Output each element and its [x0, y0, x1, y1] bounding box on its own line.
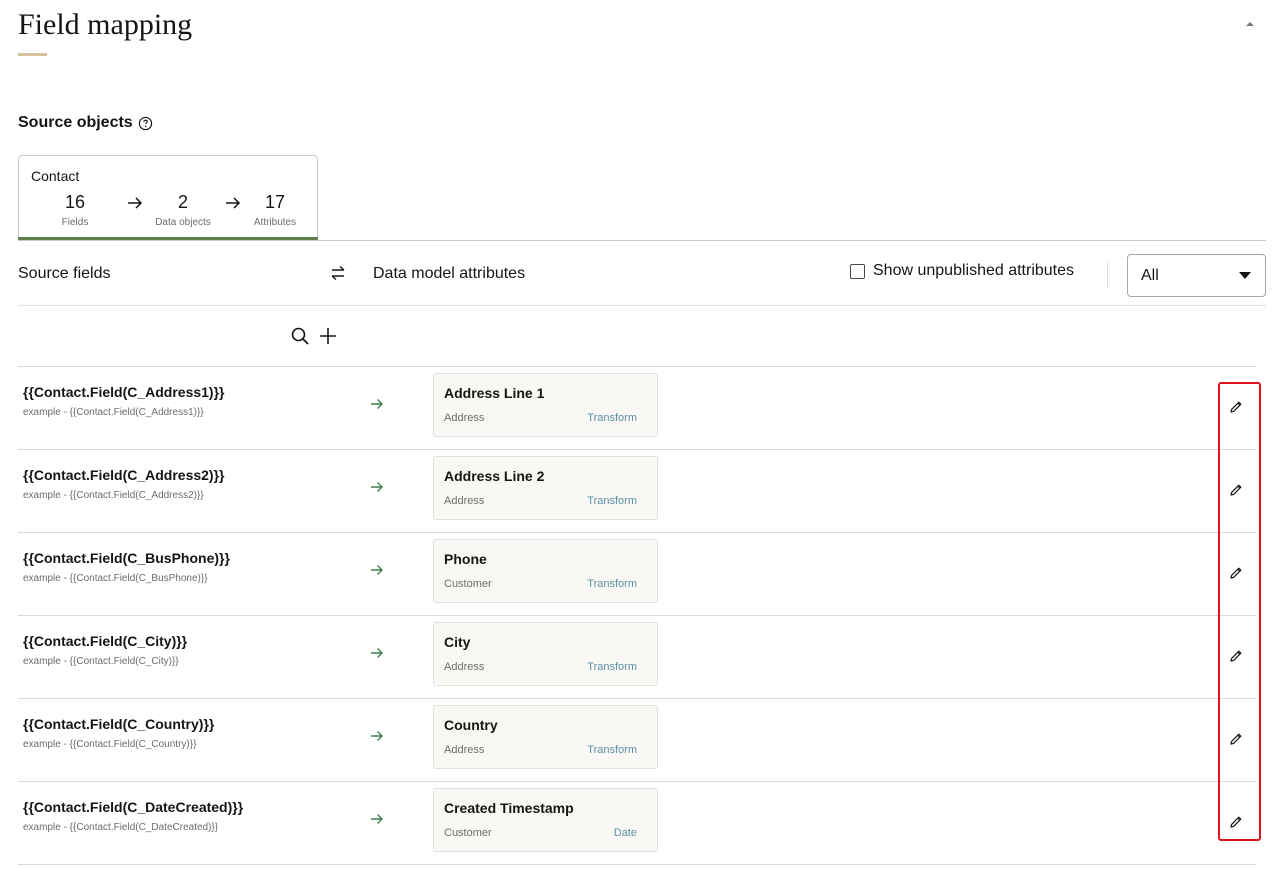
caret-up-icon[interactable] [1244, 19, 1256, 29]
pencil-edit-icon[interactable] [1229, 732, 1243, 746]
pencil-edit-icon[interactable] [1229, 483, 1243, 497]
attribute-card[interactable]: Address Line 1 Address Transform [433, 373, 658, 437]
attributes-count: 17 [264, 192, 286, 212]
divider [1107, 261, 1108, 287]
source-field-name: {{Contact.Field(C_BusPhone)}} [23, 550, 230, 566]
data-model-attributes-header: Data model attributes [373, 265, 526, 282]
source-field-example: example - {{Contact.Field(C_City)}} [23, 656, 179, 667]
plus-icon[interactable] [318, 326, 338, 346]
divider [18, 305, 1266, 306]
search-icon[interactable] [290, 326, 310, 346]
mapping-arrow-icon [371, 648, 383, 658]
attribute-object: Address [444, 412, 485, 424]
source-field-example: example - {{Contact.Field(C_BusPhone)}} [23, 573, 208, 584]
source-objects-heading: Source objects [18, 114, 153, 132]
source-field-name: {{Contact.Field(C_Address1)}} [23, 384, 225, 400]
mapping-row: {{Contact.Field(C_DateCreated)}}example … [18, 782, 1256, 865]
attribute-action-link[interactable]: Transform [587, 578, 637, 590]
attribute-object: Address [444, 495, 485, 507]
source-field-name: {{Contact.Field(C_DateCreated)}} [23, 799, 244, 815]
attribute-card[interactable]: Country Address Transform [433, 705, 658, 769]
attribute-action-link[interactable]: Transform [587, 412, 637, 424]
source-objects-label: Source objects [18, 114, 133, 131]
pencil-edit-icon[interactable] [1229, 566, 1243, 580]
page-title: Field mapping [18, 8, 193, 41]
attribute-name: City [444, 634, 471, 650]
show-unpublished-toggle[interactable]: Show unpublished attributes [850, 262, 1074, 280]
show-unpublished-checkbox[interactable] [850, 263, 865, 279]
attribute-object: Address [444, 661, 485, 673]
swap-arrows-icon[interactable] [330, 264, 346, 282]
attribute-object: Address [444, 744, 485, 756]
attribute-name: Address Line 2 [444, 468, 545, 484]
attribute-card[interactable]: Address Line 2 Address Transform [433, 456, 658, 520]
mapping-arrow-icon [371, 482, 383, 492]
data-objects-label: Data objects [155, 217, 211, 228]
divider [18, 240, 1266, 241]
attribute-card[interactable]: City Address Transform [433, 622, 658, 686]
arrow-right-icon [128, 197, 143, 209]
attribute-action-link[interactable]: Date [614, 827, 637, 839]
source-object-title: Contact [31, 168, 80, 184]
attribute-action-link[interactable]: Transform [587, 661, 637, 673]
title-underline [18, 53, 47, 56]
mapping-row: {{Contact.Field(C_BusPhone)}}example - {… [18, 533, 1256, 616]
pencil-edit-icon[interactable] [1229, 649, 1243, 663]
mapping-row: {{Contact.Field(C_City)}}example - {{Con… [18, 616, 1256, 699]
source-field-example: example - {{Contact.Field(C_Country)}} [23, 739, 197, 750]
mapping-row: {{Contact.Field(C_Address2)}}example - {… [18, 450, 1256, 533]
help-circle-icon[interactable] [138, 116, 153, 131]
mapping-arrow-icon [371, 731, 383, 741]
mapping-arrow-icon [371, 399, 383, 409]
data-objects-count: 2 [177, 192, 188, 212]
source-field-example: example - {{Contact.Field(C_Address2)}} [23, 490, 204, 501]
mapping-arrow-icon [371, 565, 383, 575]
attribute-name: Phone [444, 551, 487, 567]
attributes-stat: 17 Attributes [235, 192, 315, 228]
attribute-name: Address Line 1 [444, 385, 545, 401]
source-field-name: {{Contact.Field(C_Country)}} [23, 716, 215, 732]
source-field-example: example - {{Contact.Field(C_Address1)}} [23, 407, 204, 418]
attribute-card[interactable]: Phone Customer Transform [433, 539, 658, 603]
attribute-filter-select[interactable]: All [1127, 254, 1266, 297]
fields-count: 16 [64, 192, 86, 212]
attribute-object: Customer [444, 827, 492, 839]
show-unpublished-label: Show unpublished attributes [873, 262, 1075, 279]
attribute-name: Created Timestamp [444, 800, 574, 816]
source-field-name: {{Contact.Field(C_City)}} [23, 633, 188, 649]
data-objects-stat: 2 Data objects [143, 192, 223, 228]
mapping-arrow-icon [371, 814, 383, 824]
attribute-action-link[interactable]: Transform [587, 744, 637, 756]
attribute-action-link[interactable]: Transform [587, 495, 637, 507]
pencil-edit-icon[interactable] [1229, 815, 1243, 829]
source-fields-header: Source fields [18, 265, 111, 282]
mapping-row: {{Contact.Field(C_Country)}}example - {{… [18, 699, 1256, 782]
fields-label: Fields [61, 217, 89, 228]
source-field-example: example - {{Contact.Field(C_DateCreated)… [23, 822, 219, 833]
chevron-down-icon [1239, 272, 1251, 279]
attribute-filter-value: All [1141, 266, 1159, 284]
attribute-card[interactable]: Created Timestamp Customer Date [433, 788, 658, 852]
source-field-name: {{Contact.Field(C_Address2)}} [23, 467, 225, 483]
attribute-object: Customer [444, 578, 492, 590]
fields-stat: 16 Fields [35, 192, 115, 228]
pencil-edit-icon[interactable] [1229, 400, 1243, 414]
attribute-name: Country [444, 717, 498, 733]
source-object-card-contact[interactable]: Contact 16 Fields 2 Data objects 17 Attr… [18, 155, 318, 240]
attributes-label: Attributes [253, 217, 297, 228]
mapping-row: {{Contact.Field(C_Address1)}}example - {… [18, 367, 1256, 450]
